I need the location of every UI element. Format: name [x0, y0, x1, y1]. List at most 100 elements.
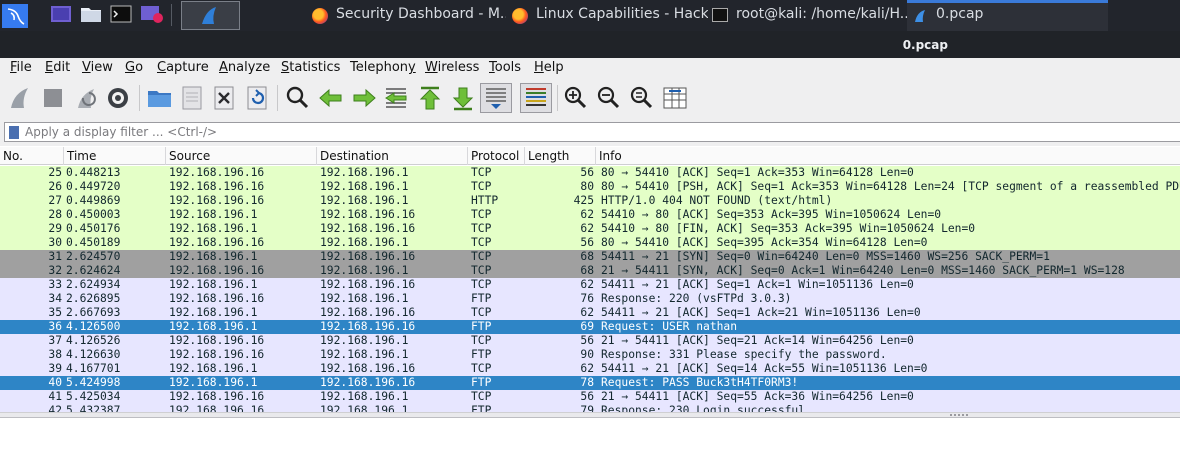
packet-no-cell: 27 — [48, 194, 62, 207]
packet-protocol-cell: FTP — [471, 348, 492, 361]
zoom-out-icon[interactable] — [595, 83, 623, 113]
go-to-packet-icon[interactable] — [383, 83, 411, 113]
column-header-info[interactable]: Info — [596, 147, 1180, 165]
packet-length-cell: 68 — [580, 264, 594, 277]
open-file-icon[interactable] — [146, 83, 174, 113]
menu-mnemonic: E — [45, 60, 54, 75]
colorize-icon[interactable] — [520, 83, 552, 113]
menu-go[interactable]: Go — [125, 60, 143, 75]
packet-details-pane[interactable] — [0, 417, 1180, 469]
packet-info-cell: 54411 → 21 [ACK] Seq=1 Ack=1 Win=1051136… — [601, 278, 914, 291]
menu-analyze[interactable]: Analyze — [219, 60, 270, 75]
menu-file[interactable]: File — [10, 60, 32, 75]
packet-row[interactable]: 35 2.667693 192.168.196.1 192.168.196.16 TCP… — [0, 306, 1180, 320]
packet-source-cell: 192.168.196.16 — [169, 194, 265, 207]
packet-row[interactable]: 25 0.448213 192.168.196.16 192.168.196.1 TCP… — [0, 166, 1180, 180]
terminal-icon[interactable] — [110, 4, 134, 26]
resize-columns-icon[interactable] — [661, 83, 689, 113]
packet-row[interactable]: 26 0.449720 192.168.196.16 192.168.196.1 TCP… — [0, 180, 1180, 194]
packet-row[interactable]: 37 4.126526 192.168.196.16 192.168.196.1 TCP… — [0, 334, 1180, 348]
file-manager-icon[interactable] — [80, 4, 104, 26]
menu-tools[interactable]: Tools — [489, 60, 521, 75]
packet-row[interactable]: 29 0.450176 192.168.196.1 192.168.196.16 TCP… — [0, 222, 1180, 236]
taskbar-task-linux-capabilities[interactable]: Linux Capabilities - Hack... — [505, 0, 708, 31]
save-file-icon[interactable] — [179, 83, 207, 113]
filter-bookmark-icon[interactable] — [9, 126, 19, 139]
zoom-in-icon[interactable] — [562, 83, 590, 113]
column-header-protocol[interactable]: Protocol — [468, 147, 525, 165]
packet-source-cell: 192.168.196.1 — [169, 376, 258, 389]
packet-row[interactable]: 40 5.424998 192.168.196.1 192.168.196.16 FTP… — [0, 376, 1180, 390]
go-first-packet-icon[interactable] — [416, 83, 444, 113]
taskbar-task-terminal[interactable]: root@kali: /home/kali/H... — [707, 0, 908, 31]
packet-row[interactable]: 42 5.432387 192.168.196.16 192.168.196.1 FTP… — [0, 404, 1180, 412]
packet-destination-cell: 192.168.196.1 — [320, 404, 409, 412]
menu-wireless[interactable]: Wireless — [425, 60, 479, 75]
menu-view[interactable]: View — [82, 60, 113, 75]
reload-file-icon[interactable] — [244, 83, 272, 113]
packet-length-cell: 62 — [580, 306, 594, 319]
packet-info-cell: 21 → 54411 [ACK] Seq=55 Ack=36 Win=64256… — [601, 390, 914, 403]
taskbar-task-security-dashboard[interactable]: Security Dashboard - M... — [305, 0, 506, 31]
packet-info-cell: Request: PASS Buck3tH4TF0RM3! — [601, 376, 799, 389]
menu-edit[interactable]: Edit — [45, 60, 70, 75]
packet-protocol-cell: TCP — [471, 264, 492, 277]
packet-time-cell: 5.425034 — [66, 390, 121, 403]
packet-destination-cell: 192.168.196.1 — [320, 236, 409, 249]
packet-row[interactable]: 30 0.450189 192.168.196.16 192.168.196.1 TCP… — [0, 236, 1180, 250]
column-header-length[interactable]: Length — [525, 147, 596, 165]
column-header-source[interactable]: Source — [166, 147, 317, 165]
packet-protocol-cell: TCP — [471, 166, 492, 179]
start-capture-icon[interactable] — [6, 83, 34, 113]
go-last-packet-icon[interactable] — [449, 83, 477, 113]
stop-capture-icon[interactable] — [40, 83, 68, 113]
find-packet-icon[interactable] — [284, 83, 312, 113]
close-file-icon[interactable] — [211, 83, 239, 113]
packet-destination-cell: 192.168.196.16 — [320, 306, 416, 319]
go-back-icon[interactable] — [317, 83, 345, 113]
packet-row[interactable]: 28 0.450003 192.168.196.1 192.168.196.16 TCP… — [0, 208, 1180, 222]
go-forward-icon[interactable] — [350, 83, 378, 113]
packet-time-cell: 4.126526 — [66, 334, 121, 347]
auto-scroll-icon[interactable] — [480, 83, 512, 113]
menu-capture[interactable]: Capture — [157, 60, 209, 75]
splitter-grip[interactable] — [950, 414, 970, 416]
packet-row[interactable]: 41 5.425034 192.168.196.16 192.168.196.1 TCP… — [0, 390, 1180, 404]
packet-row[interactable]: 31 2.624570 192.168.196.1 192.168.196.16 TCP… — [0, 250, 1180, 264]
packet-row[interactable]: 27 0.449869 192.168.196.16 192.168.196.1 HTT… — [0, 194, 1180, 208]
packet-row[interactable]: 38 4.126630 192.168.196.16 192.168.196.1 FTP… — [0, 348, 1180, 362]
normal-size-icon[interactable] — [628, 83, 656, 113]
packet-row[interactable]: 39 4.167701 192.168.196.1 192.168.196.16 TCP… — [0, 362, 1180, 376]
workspace-icon[interactable] — [50, 4, 74, 26]
toolbar-separator — [139, 85, 140, 111]
menu-statistics[interactable]: Statistics — [281, 60, 340, 75]
packet-row[interactable]: 36 4.126500 192.168.196.1 192.168.196.16 FTP… — [0, 320, 1180, 334]
packet-time-cell: 5.424998 — [66, 376, 121, 389]
restart-capture-icon[interactable] — [72, 83, 100, 113]
column-header-time[interactable]: Time — [64, 147, 166, 165]
kali-menu-icon[interactable] — [2, 4, 28, 28]
packet-info-cell: 80 → 54410 [ACK] Seq=395 Ack=354 Win=641… — [601, 236, 928, 249]
capture-options-icon[interactable] — [105, 83, 133, 113]
menu-mnemonic: A — [219, 60, 228, 75]
packet-info-cell: 21 → 54411 [ACK] Seq=21 Ack=14 Win=64256… — [601, 334, 914, 347]
packet-protocol-cell: HTTP — [471, 194, 499, 207]
taskbar-task-wireshark[interactable]: 0.pcap — [907, 0, 1108, 31]
packet-time-cell: 0.450003 — [66, 208, 121, 221]
packet-destination-cell: 192.168.196.16 — [320, 222, 416, 235]
packet-row[interactable]: 33 2.624934 192.168.196.1 192.168.196.16 TCP… — [0, 278, 1180, 292]
packet-source-cell: 192.168.196.16 — [169, 334, 265, 347]
screen-recorder-icon[interactable] — [140, 4, 164, 26]
wireshark-launcher-icon[interactable] — [181, 1, 240, 30]
column-header-no[interactable]: No. — [0, 147, 64, 165]
packet-length-cell: 56 — [580, 390, 594, 403]
menu-help[interactable]: Help — [534, 60, 564, 75]
column-header-destination[interactable]: Destination — [317, 147, 468, 165]
packet-row[interactable]: 34 2.626895 192.168.196.16 192.168.196.1 FTP… — [0, 292, 1180, 306]
packet-source-cell: 192.168.196.16 — [169, 166, 265, 179]
menu-telephony[interactable]: Telephony — [350, 60, 416, 75]
packet-row[interactable]: 32 2.624624 192.168.196.16 192.168.196.1 TCP… — [0, 264, 1180, 278]
display-filter-input[interactable] — [25, 123, 1175, 141]
window-titlebar[interactable]: 0.pcap — [0, 31, 1180, 58]
packet-list[interactable]: No. Time Source Destination Protocol Len… — [0, 147, 1180, 412]
